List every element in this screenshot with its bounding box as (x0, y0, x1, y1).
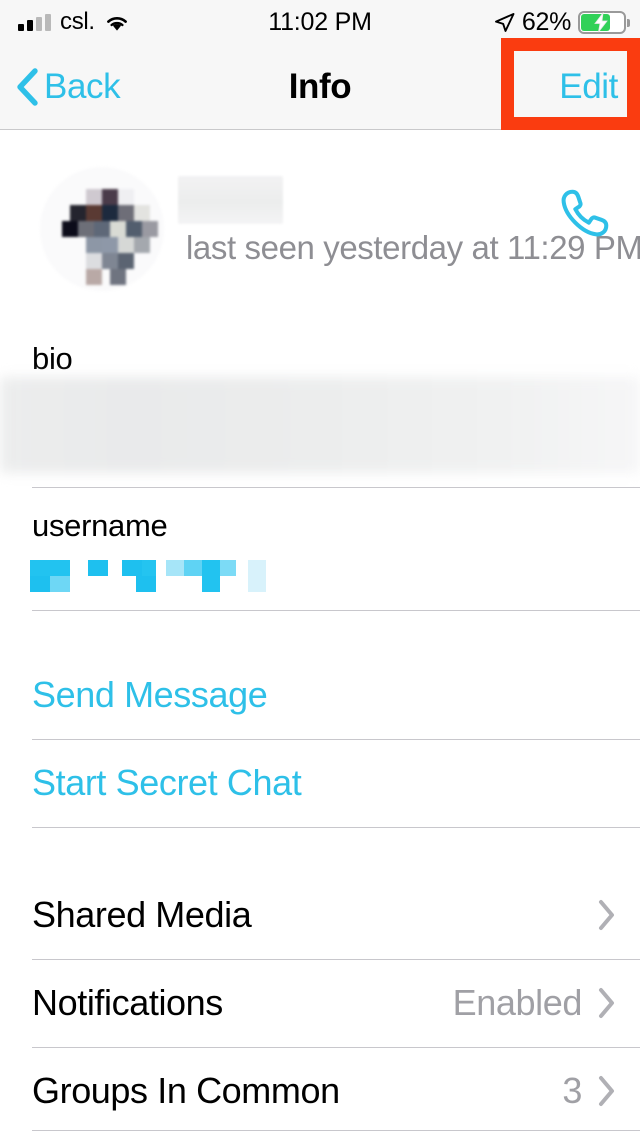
shared-media-label: Shared Media (32, 894, 252, 935)
bio-label: bio (32, 341, 73, 376)
start-secret-chat-label: Start Secret Chat (32, 762, 302, 803)
groups-in-common-accessory: 3 (562, 1070, 616, 1112)
bio-value-redacted (0, 377, 640, 473)
page-title: Info (288, 67, 352, 106)
shared-media-row[interactable]: Shared Media (0, 871, 640, 959)
profile-header: last seen yesterday at 11:29 PM (0, 131, 640, 326)
groups-in-common-label: Groups In Common (32, 1070, 340, 1111)
chevron-right-icon (598, 1075, 616, 1107)
notifications-label: Notifications (32, 982, 223, 1023)
separator-username (32, 610, 640, 611)
telegram-contact-info-screen: csl. 11:02 PM 62% Back Info Edit last se… (0, 0, 640, 1136)
avatar[interactable] (40, 167, 164, 291)
contact-name-redacted (178, 176, 283, 224)
edit-button[interactable]: Edit (559, 44, 618, 130)
separator-secret-chat (32, 827, 640, 828)
status-bar: csl. 11:02 PM 62% (0, 0, 640, 44)
shared-media-accessory (598, 899, 616, 931)
call-button[interactable] (554, 184, 616, 246)
phone-icon (556, 184, 614, 247)
groups-in-common-row[interactable]: Groups In Common 3 (0, 1047, 640, 1135)
battery-charging-icon (578, 10, 630, 34)
chevron-right-icon (598, 987, 616, 1019)
battery-percent-label: 62% (521, 7, 571, 36)
start-secret-chat-row[interactable]: Start Secret Chat (0, 739, 640, 827)
send-message-row[interactable]: Send Message (0, 651, 640, 739)
notifications-accessory: Enabled (453, 982, 616, 1024)
separator-bio (32, 487, 640, 488)
notifications-row[interactable]: Notifications Enabled (0, 959, 640, 1047)
navigation-bar: Back Info Edit (0, 44, 640, 130)
groups-in-common-value: 3 (562, 1070, 582, 1111)
status-bar-right: 62% (494, 7, 630, 37)
location-arrow-icon (494, 12, 515, 33)
username-label: username (32, 508, 168, 543)
chevron-right-icon (598, 899, 616, 931)
username-value-redacted (30, 560, 266, 592)
notifications-value: Enabled (452, 982, 583, 1023)
send-message-label: Send Message (32, 674, 268, 715)
separator-groups (32, 1130, 640, 1131)
